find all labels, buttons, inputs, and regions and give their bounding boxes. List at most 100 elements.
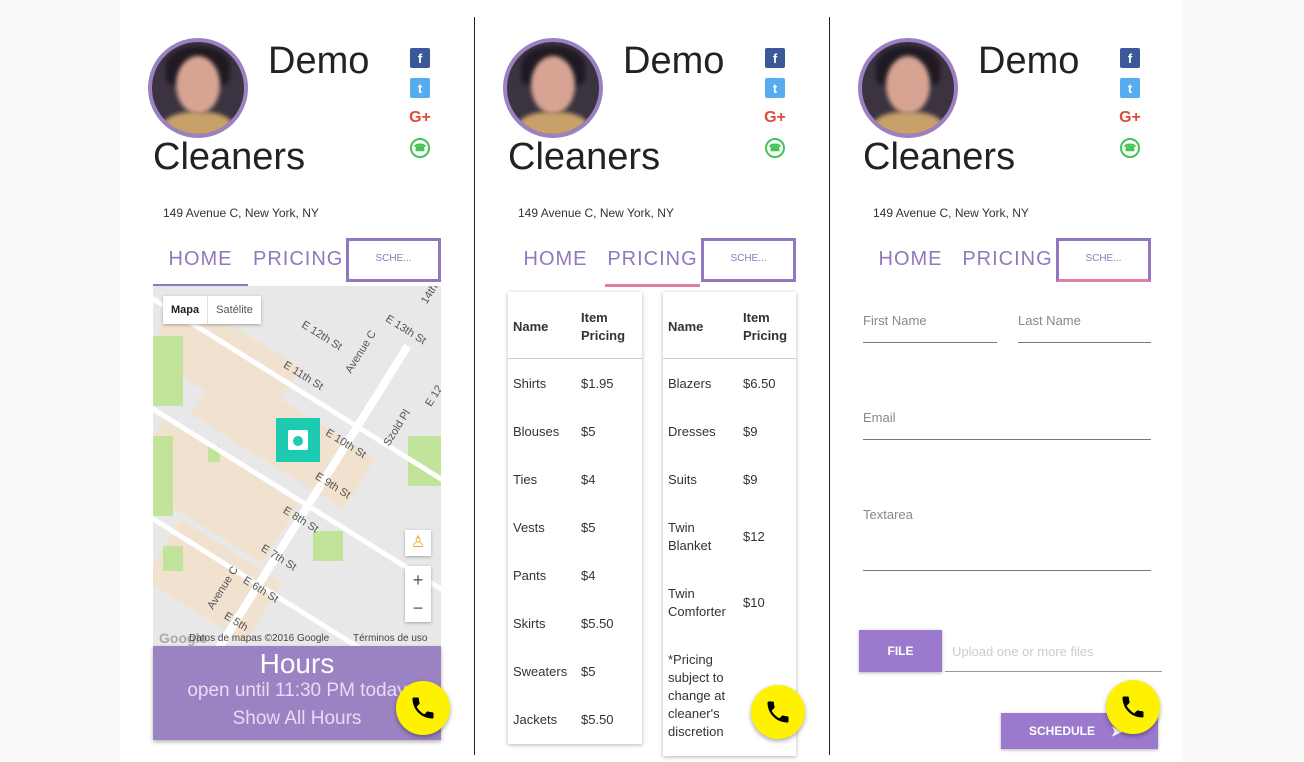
zoom-control: + − (405, 566, 431, 622)
phone-icon (767, 701, 789, 723)
call-button[interactable] (1106, 680, 1160, 734)
item-price: $6.50 (743, 376, 776, 391)
pegman-icon[interactable]: ♙ (405, 530, 431, 556)
zoom-in-button[interactable]: + (405, 566, 431, 594)
whatsapp-icon[interactable]: ☎ (410, 138, 430, 158)
map-street-label: E 12 (423, 383, 441, 409)
map-street-label: Avenue C (343, 328, 379, 376)
tab-pricing[interactable]: PRICING (960, 248, 1055, 284)
item-price: $5.50 (581, 616, 614, 631)
phone-icon (412, 697, 434, 719)
facebook-icon[interactable]: f (410, 48, 430, 68)
item-price: $4 (581, 568, 596, 583)
item-name: Pants (513, 568, 547, 583)
tab-home[interactable]: HOME (508, 248, 603, 284)
business-name-line1: Demo (623, 40, 725, 82)
map-type-toggle: Mapa Satélite (163, 296, 261, 324)
twitter-icon[interactable]: t (765, 78, 785, 98)
address: 149 Avenue C, New York, NY (163, 206, 319, 220)
item-price: $12 (743, 529, 765, 544)
first-name-field[interactable]: First Name (863, 313, 927, 328)
avatar (503, 38, 603, 138)
facebook-icon[interactable]: f (765, 48, 785, 68)
email-field[interactable]: Email (863, 410, 896, 425)
map-footer: Google Datos de mapas ©2016 Google Térmi… (153, 630, 441, 646)
item-name: Vests (513, 520, 545, 535)
panel-divider (829, 17, 830, 755)
tab-home[interactable]: HOME (863, 248, 958, 284)
item-price: $9 (743, 424, 758, 439)
item-price: $5.50 (581, 712, 614, 727)
column-header-name: Name (668, 319, 704, 334)
call-button[interactable] (751, 685, 805, 739)
tab-schedule[interactable]: SCHE... (346, 238, 441, 282)
item-name: Shirts (513, 376, 547, 391)
item-price: $1.95 (581, 376, 614, 391)
item-name: Blouses (513, 424, 560, 439)
googleplus-icon[interactable]: G+ (764, 108, 786, 128)
tab-schedule[interactable]: SCHE... (701, 238, 796, 282)
column-header-price: Item Pricing (581, 310, 626, 343)
map[interactable]: E 12th St E 13th St E 11th St Avenue C E… (153, 286, 441, 646)
twitter-icon[interactable]: t (1120, 78, 1140, 98)
map-street-label: E 13th St (383, 312, 429, 348)
item-price: $5 (581, 424, 596, 439)
business-name-line1: Demo (978, 40, 1080, 82)
upload-input[interactable]: Upload one or more files (952, 644, 1094, 659)
whatsapp-icon[interactable]: ☎ (765, 138, 785, 158)
business-name-line2: Cleaners (508, 136, 661, 178)
panel-schedule: Demo Cleaners f t G+ ☎ 149 Avenue C, New… (848, 0, 1168, 762)
map-street-label: E 12th St (299, 318, 345, 354)
call-button[interactable] (396, 681, 450, 735)
tab-home[interactable]: HOME (153, 248, 248, 287)
avatar (148, 38, 248, 138)
avatar (858, 38, 958, 138)
file-button[interactable]: FILE (859, 630, 942, 672)
panel-divider (474, 17, 475, 755)
item-price: $5 (581, 520, 596, 535)
zoom-out-button[interactable]: − (405, 594, 431, 622)
first-name-underline (863, 342, 997, 343)
last-name-field[interactable]: Last Name (1018, 313, 1081, 328)
social-links: f t G+ ☎ (409, 48, 432, 168)
last-name-underline (1018, 342, 1151, 343)
hours-title: Hours (259, 648, 335, 679)
item-name: Suits (668, 472, 697, 487)
facebook-icon[interactable]: f (1120, 48, 1140, 68)
column-header-name: Name (513, 319, 549, 334)
item-price: $5 (581, 664, 596, 679)
business-name-line1: Demo (268, 40, 370, 82)
item-price: $9 (743, 472, 758, 487)
googleplus-icon[interactable]: G+ (409, 108, 431, 128)
pricing-table-left: Name Item Pricing Shirts $1.95 Blouses $5 T… (508, 292, 642, 744)
item-name: Ties (513, 472, 538, 487)
upload-underline (945, 671, 1162, 672)
item-name: Jackets (513, 712, 558, 727)
textarea-underline (863, 570, 1151, 571)
textarea-field[interactable]: Textarea (863, 507, 913, 522)
map-terms-link[interactable]: Términos de uso (353, 633, 427, 644)
tab-schedule[interactable]: SCHE... (1056, 238, 1151, 282)
whatsapp-icon[interactable]: ☎ (1120, 138, 1140, 158)
googleplus-icon[interactable]: G+ (1119, 108, 1141, 128)
pricing-note: *Pricing subject to change at cleaner's disc… (668, 652, 726, 739)
social-links: f t G+ ☎ (1119, 48, 1142, 168)
item-name: Blazers (668, 376, 712, 391)
map-type-satellite[interactable]: Satélite (207, 296, 261, 324)
business-name-line2: Cleaners (153, 136, 306, 178)
item-name: Sweaters (513, 664, 568, 679)
address: 149 Avenue C, New York, NY (518, 206, 674, 220)
map-copyright: Datos de mapas ©2016 Google (189, 633, 330, 644)
item-price: $4 (581, 472, 596, 487)
tab-pricing[interactable]: PRICING (253, 248, 343, 284)
laundry-marker-icon[interactable] (276, 418, 320, 462)
column-header-price: Item Pricing (743, 310, 788, 343)
panel-pricing: Demo Cleaners f t G+ ☎ 149 Avenue C, New… (493, 0, 813, 762)
hours-card: Hours open until 11:30 PM today Show All… (153, 646, 441, 740)
map-street-label: 14th (418, 286, 441, 307)
map-type-map[interactable]: Mapa (163, 296, 207, 324)
twitter-icon[interactable]: t (410, 78, 430, 98)
item-price: $10 (743, 595, 765, 610)
tab-pricing[interactable]: PRICING (605, 248, 700, 287)
phone-icon (1122, 696, 1144, 718)
